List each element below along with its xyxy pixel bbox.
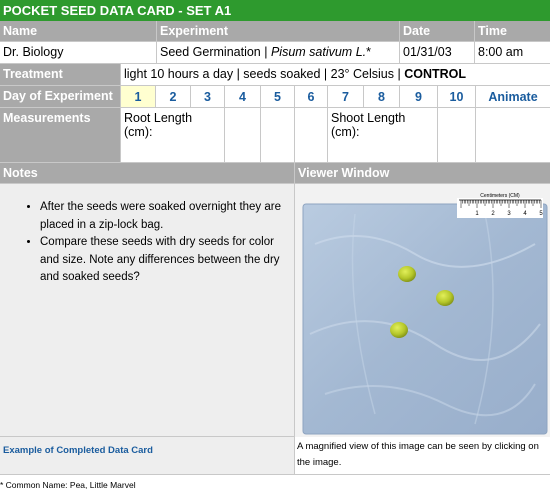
day-10-button[interactable]: 10 bbox=[438, 86, 476, 108]
shoot-value-cell bbox=[476, 108, 550, 163]
note-item: After the seeds were soaked overnight th… bbox=[40, 199, 294, 234]
treatment-text: light 10 hours a day | seeds soaked | 23… bbox=[124, 67, 405, 81]
footnote: * Common Name: Pea, Little Marvel bbox=[0, 480, 136, 490]
day-5-button[interactable]: 5 bbox=[261, 86, 295, 108]
day-4-button[interactable]: 4 bbox=[225, 86, 261, 108]
root-value-cell bbox=[295, 108, 328, 163]
treatment-description: light 10 hours a day | seeds soaked | 23… bbox=[121, 64, 550, 86]
day-6-button[interactable]: 6 bbox=[295, 86, 328, 108]
control-label: CONTROL bbox=[404, 67, 466, 81]
treatment-label: Treatment bbox=[0, 64, 121, 86]
day-label: Day of Experiment bbox=[0, 86, 121, 108]
example-cell: Example of Completed Data Card bbox=[0, 437, 295, 475]
experiment-header: Experiment bbox=[157, 21, 400, 42]
note-item: Compare these seeds with dry seeds for c… bbox=[40, 234, 294, 287]
card-title: POCKET SEED DATA CARD - SET A1 bbox=[0, 0, 550, 21]
day-1-button[interactable]: 1 bbox=[121, 86, 156, 108]
notes-header: Notes bbox=[0, 163, 295, 184]
notes-list: After the seeds were soaked overnight th… bbox=[0, 199, 294, 287]
viewer-header: Viewer Window bbox=[295, 163, 550, 184]
ziplock-bag bbox=[302, 203, 548, 435]
seed bbox=[398, 266, 416, 282]
shoot-length-label: Shoot Length (cm): bbox=[328, 108, 438, 163]
researcher-name: Dr. Biology bbox=[0, 42, 157, 64]
viewer-window[interactable]: Centimeters (CM) 1 2 3 4 5 bbox=[295, 184, 550, 437]
notes-panel: After the seeds were soaked overnight th… bbox=[0, 184, 295, 437]
animate-button[interactable]: Animate bbox=[476, 86, 550, 108]
experiment-time: 8:00 am bbox=[475, 42, 550, 64]
date-header: Date bbox=[400, 21, 475, 42]
day-7-button[interactable]: 7 bbox=[328, 86, 364, 108]
root-value-cell bbox=[225, 108, 261, 163]
experiment-type: Seed Germination | bbox=[160, 45, 271, 59]
seed bbox=[390, 322, 408, 338]
experiment-description: Seed Germination | Pisum sativum L.* bbox=[157, 42, 400, 64]
experiment-date: 01/31/03 bbox=[400, 42, 475, 64]
seed-image[interactable]: Centimeters (CM) 1 2 3 4 5 bbox=[295, 184, 550, 437]
day-2-button[interactable]: 2 bbox=[156, 86, 191, 108]
shoot-value-cell bbox=[438, 108, 476, 163]
species-name: Pisum sativum L. bbox=[270, 45, 367, 59]
example-link[interactable]: Example of Completed Data Card bbox=[3, 445, 153, 456]
footnote-marker: * bbox=[366, 45, 371, 59]
root-value-cell bbox=[261, 108, 295, 163]
measurements-label: Measurements bbox=[0, 108, 121, 163]
ruler-label: Centimeters (CM) bbox=[480, 193, 520, 199]
day-3-button[interactable]: 3 bbox=[191, 86, 225, 108]
name-header: Name bbox=[0, 21, 157, 42]
viewer-caption: A magnified view of this image can be se… bbox=[295, 437, 550, 475]
seed bbox=[436, 290, 454, 306]
time-header: Time bbox=[475, 21, 550, 42]
root-length-label: Root Length (cm): bbox=[121, 108, 225, 163]
day-8-button[interactable]: 8 bbox=[364, 86, 400, 108]
day-9-button[interactable]: 9 bbox=[400, 86, 438, 108]
